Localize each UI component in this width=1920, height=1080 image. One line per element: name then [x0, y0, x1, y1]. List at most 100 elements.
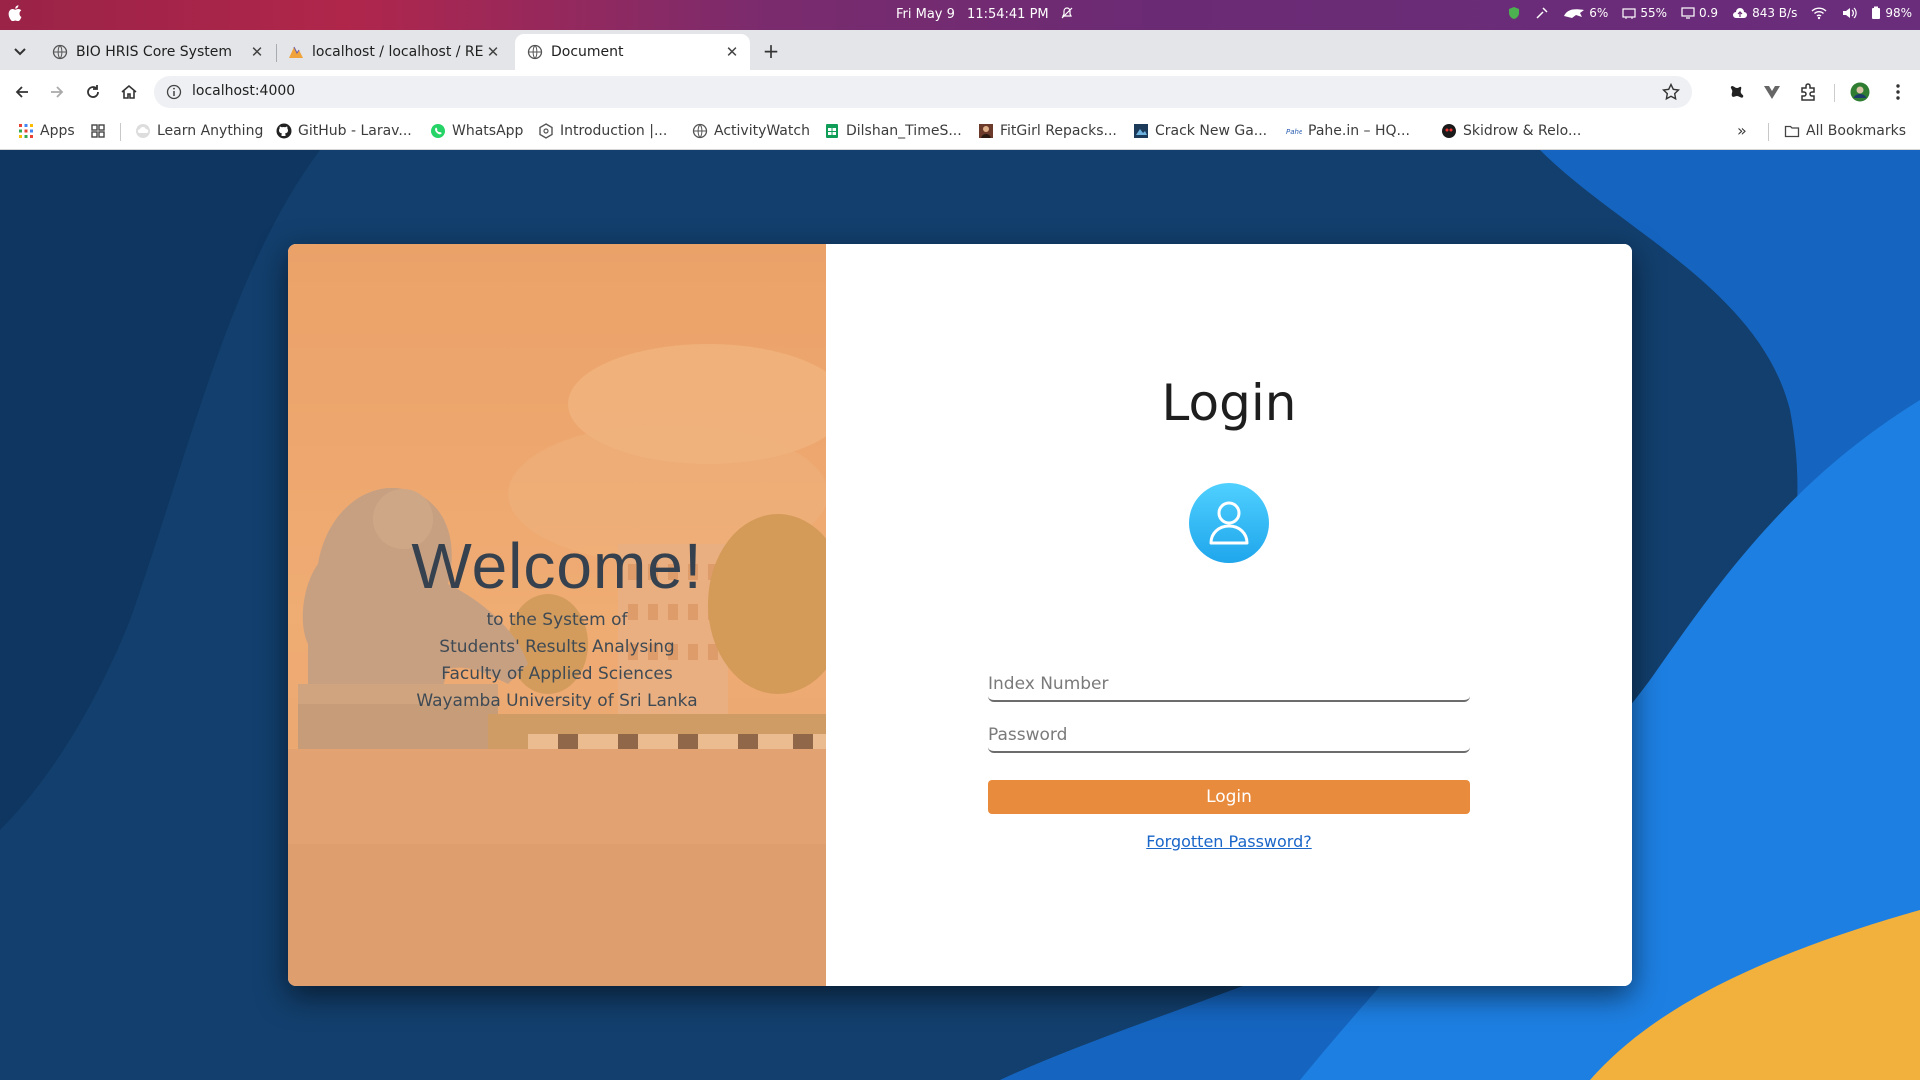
system-tray: 6% 55% 0.9 843 B/s 98% — [1507, 6, 1912, 20]
apps-grid-icon — [19, 124, 33, 138]
welcome-heading: Welcome! — [411, 530, 703, 602]
memory-indicator[interactable]: 55% — [1622, 6, 1667, 20]
tab-strip: BIO HRIS Core System ✕ localhost / local… — [0, 30, 1920, 70]
cpu-indicator[interactable]: 6% — [1563, 6, 1608, 20]
password-input[interactable] — [988, 719, 1470, 753]
site-info-icon[interactable] — [166, 84, 182, 100]
pahe-icon: Pahe — [1286, 128, 1302, 136]
sheets-icon — [826, 124, 838, 138]
profile-avatar-icon[interactable] — [1850, 82, 1870, 102]
login-button[interactable]: Login — [988, 780, 1470, 814]
tab-search-chevron-down-icon[interactable] — [8, 41, 32, 61]
bookmark-activitywatch[interactable]: ActivityWatch — [692, 123, 810, 139]
home-icon[interactable] — [119, 82, 139, 102]
welcome-subtitle-line-3: Faculty of Applied Sciences — [441, 664, 673, 684]
bookmark-dilshan-timesheet[interactable]: Dilshan_TimeS... — [824, 123, 962, 139]
wifi-icon — [1811, 7, 1827, 20]
shield-icon — [1509, 7, 1520, 19]
notifications-off-icon — [1061, 7, 1073, 19]
bookmark-learn-anything[interactable]: Learn Anything — [135, 123, 263, 139]
bookmark-fitgirl[interactable]: FitGirl Repacks... — [978, 123, 1117, 139]
volume-indicator[interactable] — [1841, 6, 1858, 20]
hexagon-icon — [539, 123, 553, 139]
battery-icon — [1872, 6, 1881, 19]
bookmark-star-icon[interactable] — [1662, 83, 1680, 101]
new-tab-button[interactable]: + — [758, 38, 784, 64]
bookmark-label: Learn Anything — [157, 123, 264, 139]
fitgirl-icon — [979, 124, 993, 138]
reload-icon[interactable] — [83, 82, 103, 102]
memory-text: 55% — [1640, 6, 1667, 20]
speedometer-icon — [1564, 9, 1585, 18]
bookmark-pahe[interactable]: Pahe Pahe.in – HQ... — [1286, 123, 1410, 139]
bookmark-github[interactable]: GitHub - Larav... — [276, 123, 412, 139]
close-tab-icon[interactable]: ✕ — [485, 44, 501, 60]
bookmark-crack-new-games[interactable]: Crack New Ga... — [1133, 123, 1267, 139]
os-top-bar: Fri May 9 11:54:41 PM 6% 55% 0.9 843 B/s… — [0, 0, 1920, 30]
forgotten-password-link[interactable]: Forgotten Password? — [826, 832, 1632, 851]
bookmark-skidrow[interactable]: Skidrow & Relo... — [1441, 123, 1581, 139]
whatsapp-icon — [431, 124, 445, 138]
bookmark-label: ActivityWatch — [714, 123, 810, 139]
bookmark-label: FitGirl Repacks... — [1000, 123, 1117, 139]
bookmark-label: Introduction |... — [560, 123, 668, 139]
bookmark-label: Pahe.in – HQ... — [1308, 123, 1410, 139]
index-number-input[interactable] — [988, 668, 1470, 702]
navigation-bar: localhost:4000 — [0, 70, 1920, 114]
bookmark-introduction[interactable]: Introduction |... — [538, 123, 667, 139]
forward-icon[interactable] — [47, 82, 67, 102]
welcome-panel: Welcome! to the System of Students' Resu… — [288, 244, 826, 986]
battery-indicator[interactable]: 98% — [1871, 6, 1912, 20]
user-avatar — [1189, 483, 1269, 563]
more-bookmarks-chevron-icon[interactable]: » — [1737, 121, 1747, 140]
login-card: Welcome! to the System of Students' Resu… — [288, 244, 1632, 986]
battery-text: 98% — [1885, 6, 1912, 20]
tab-title: BIO HRIS Core System — [76, 44, 232, 60]
bookmark-label: Dilshan_TimeS... — [846, 123, 962, 139]
tab-title: localhost / localhost / RE — [312, 44, 484, 60]
tab-bio-hris[interactable]: BIO HRIS Core System ✕ — [40, 34, 275, 70]
welcome-subtitle-line-4: Wayamba University of Sri Lanka — [416, 691, 698, 711]
load-indicator[interactable]: 0.9 — [1681, 6, 1718, 20]
kebab-menu-icon[interactable] — [1888, 82, 1908, 102]
cpu-text: 6% — [1589, 6, 1609, 20]
tab-title: Document — [551, 44, 624, 60]
all-bookmarks-folder[interactable]: All Bookmarks — [1784, 123, 1906, 139]
tab-document[interactable]: Document ✕ — [515, 34, 750, 70]
extension-puzzle-alt-icon[interactable] — [1726, 82, 1746, 102]
network-text: 843 B/s — [1752, 6, 1798, 20]
tab-phpmyadmin[interactable]: localhost / localhost / RE ✕ — [276, 34, 511, 70]
close-tab-icon[interactable]: ✕ — [724, 44, 740, 60]
page-viewport: Welcome! to the System of Students' Resu… — [0, 150, 1920, 1080]
grid-icon — [91, 124, 105, 138]
url-text: localhost:4000 — [192, 83, 296, 99]
bookmark-label: Skidrow & Relo... — [1463, 123, 1582, 139]
toolbar-divider — [1834, 84, 1835, 102]
wifi-indicator[interactable] — [1811, 6, 1827, 20]
login-panel: Login Login Forgotten Password? — [826, 244, 1632, 986]
clock[interactable]: Fri May 9 11:54:41 PM — [896, 7, 1073, 22]
extensions-puzzle-icon[interactable] — [1798, 82, 1818, 102]
network-speed-indicator[interactable]: 843 B/s — [1732, 6, 1797, 20]
skidrow-icon — [1442, 124, 1456, 138]
vpn-shield-indicator[interactable] — [1507, 6, 1521, 20]
github-icon — [276, 123, 292, 139]
bookmark-grid[interactable] — [90, 123, 106, 139]
cloud-icon — [136, 124, 150, 138]
back-icon[interactable] — [12, 82, 32, 102]
apple-icon[interactable] — [8, 5, 22, 21]
bookmark-separator — [120, 123, 121, 141]
vuejs-devtools-icon[interactable] — [1762, 82, 1782, 102]
bookmark-label: Apps — [40, 123, 75, 139]
phpmyadmin-icon — [289, 46, 303, 58]
memory-icon — [1622, 8, 1636, 19]
login-title: Login — [1161, 374, 1297, 432]
close-tab-icon[interactable]: ✕ — [249, 44, 265, 60]
bookmark-whatsapp[interactable]: WhatsApp — [430, 123, 523, 139]
bookmark-apps[interactable]: Apps — [18, 123, 75, 139]
bookmark-label: Crack New Ga... — [1155, 123, 1268, 139]
address-bar[interactable]: localhost:4000 — [154, 76, 1692, 108]
globe-icon — [527, 44, 543, 60]
globe-icon — [52, 44, 68, 60]
color-picker-indicator[interactable] — [1535, 6, 1549, 20]
